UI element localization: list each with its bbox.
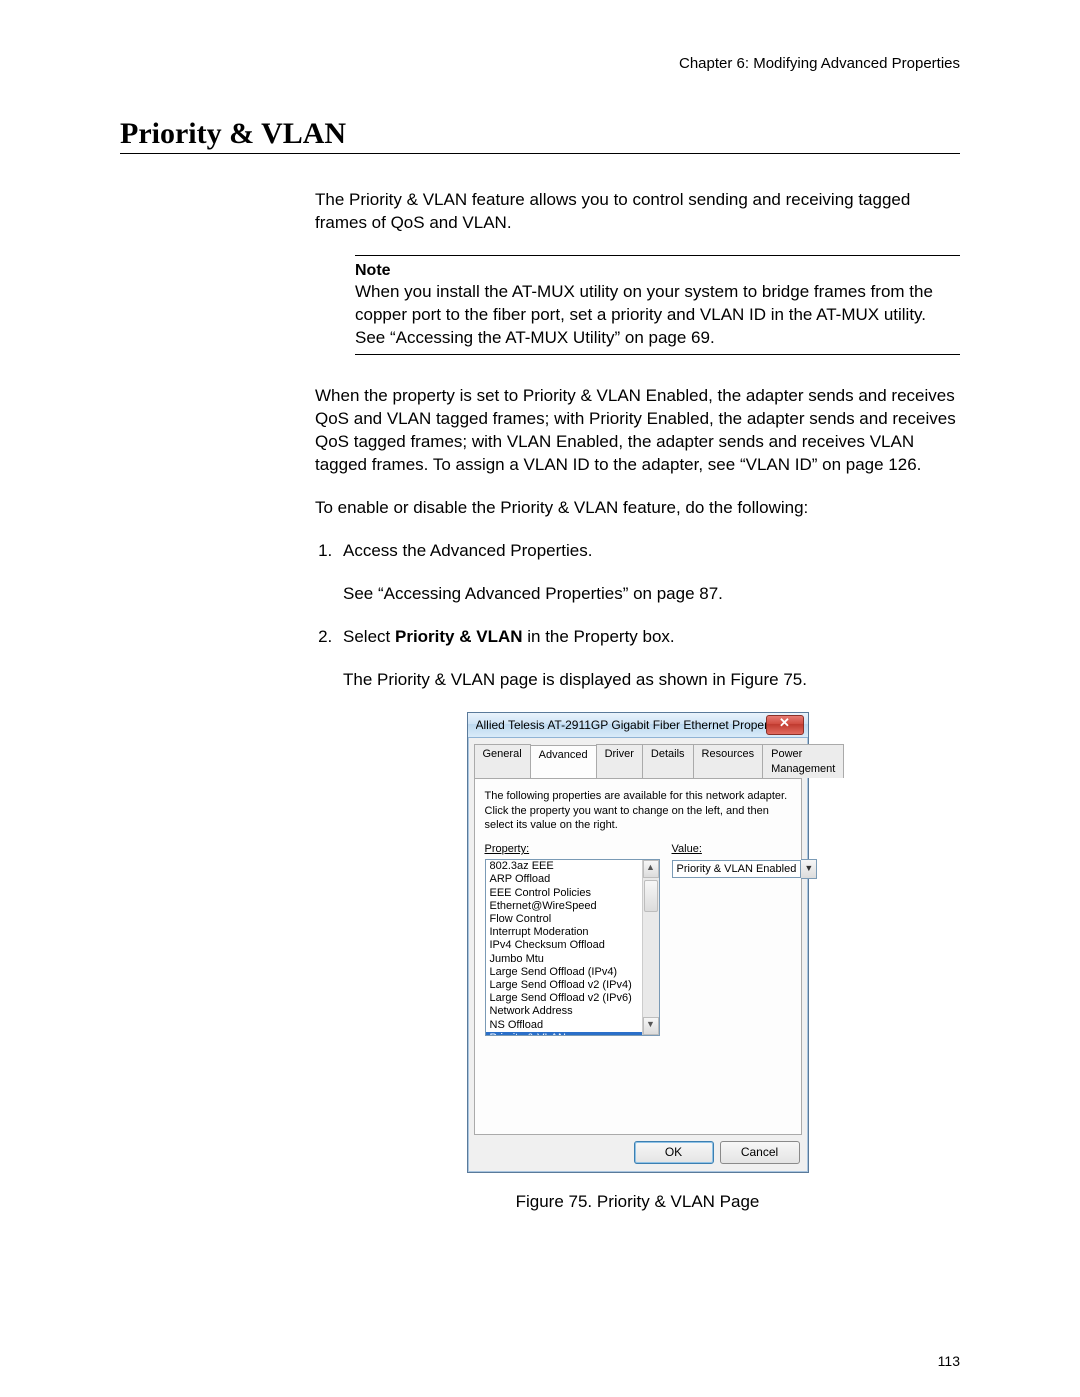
step-1-sub: See “Accessing Advanced Properties” on p… [343,583,960,606]
chapter-header: Chapter 6: Modifying Advanced Properties [120,55,960,72]
note-body: When you install the AT-MUX utility on y… [355,281,960,350]
chevron-down-icon[interactable]: ▼ [801,859,817,879]
step-2-sub: The Priority & VLAN page is displayed as… [343,669,960,692]
scroll-thumb[interactable] [644,880,658,912]
scroll-down-icon[interactable]: ▼ [643,1017,659,1035]
property-item[interactable]: Flow Control [486,913,643,926]
step-1: Access the Advanced Properties. See “Acc… [337,540,960,606]
property-item[interactable]: Large Send Offload v2 (IPv6) [486,992,643,1005]
property-item[interactable]: Network Address [486,1005,643,1018]
scroll-up-icon[interactable]: ▲ [643,860,659,878]
property-listbox[interactable]: 802.3az EEEARP OffloadEEE Control Polici… [485,859,660,1036]
step-2-bold: Priority & VLAN [395,627,523,646]
note-label: Note [355,260,960,282]
tab-resources[interactable]: Resources [693,744,764,779]
pane-description: The following properties are available f… [485,789,791,832]
lead-sentence: To enable or disable the Priority & VLAN… [315,497,960,520]
note-bottom-rule [355,354,960,355]
step-2-pre: Select [343,627,395,646]
value-dropdown[interactable]: Priority & VLAN Enabled ▼ [672,859,818,879]
property-item[interactable]: EEE Control Policies [486,887,643,900]
scrollbar[interactable]: ▲ ▼ [642,860,659,1035]
step-2: Select Priority & VLAN in the Property b… [337,626,960,692]
tab-driver[interactable]: Driver [596,744,643,779]
property-item[interactable]: Priority & VLAN [486,1032,643,1035]
tab-details[interactable]: Details [642,744,694,779]
page-number: 113 [938,1353,960,1369]
property-item[interactable]: Jumbo Mtu [486,953,643,966]
property-item[interactable]: Ethernet@WireSpeed [486,900,643,913]
page-title: Priority & VLAN [120,117,960,151]
property-item[interactable]: 802.3az EEE [486,860,643,873]
properties-dialog: Allied Telesis AT-2911GP Gigabit Fiber E… [467,712,809,1173]
tab-advanced[interactable]: Advanced [530,745,597,780]
close-icon: ✕ [779,715,790,730]
property-item[interactable]: NS Offload [486,1019,643,1032]
value-text: Priority & VLAN Enabled [672,860,802,878]
property-item[interactable]: Large Send Offload (IPv4) [486,966,643,979]
property-item[interactable]: Interrupt Moderation [486,926,643,939]
note-top-rule [355,255,960,256]
title-rule [120,153,960,154]
step-1-text: Access the Advanced Properties. [343,541,592,560]
steps-list: Access the Advanced Properties. See “Acc… [315,540,960,692]
property-item[interactable]: Large Send Offload v2 (IPv4) [486,979,643,992]
ok-button[interactable]: OK [634,1141,714,1163]
cancel-button[interactable]: Cancel [720,1141,800,1163]
paragraph-behavior: When the property is set to Priority & V… [315,385,960,477]
close-button[interactable]: ✕ [766,715,804,735]
tab-general[interactable]: General [474,744,531,779]
tab-strip: General Advanced Driver Details Resource… [468,738,808,779]
figure-caption: Figure 75. Priority & VLAN Page [315,1191,960,1214]
step-2-post: in the Property box. [523,627,675,646]
property-item[interactable]: ARP Offload [486,873,643,886]
property-label: Property: [485,842,660,857]
tab-power-management[interactable]: Power Management [762,744,844,779]
titlebar-text: Allied Telesis AT-2911GP Gigabit Fiber E… [476,717,766,733]
property-item[interactable]: IPv4 Checksum Offload [486,939,643,952]
tab-pane: The following properties are available f… [474,778,802,1135]
note-box: Note When you install the AT-MUX utility… [355,255,960,355]
intro-paragraph: The Priority & VLAN feature allows you t… [315,189,960,235]
titlebar[interactable]: Allied Telesis AT-2911GP Gigabit Fiber E… [468,713,808,738]
value-label: Value: [672,842,818,857]
